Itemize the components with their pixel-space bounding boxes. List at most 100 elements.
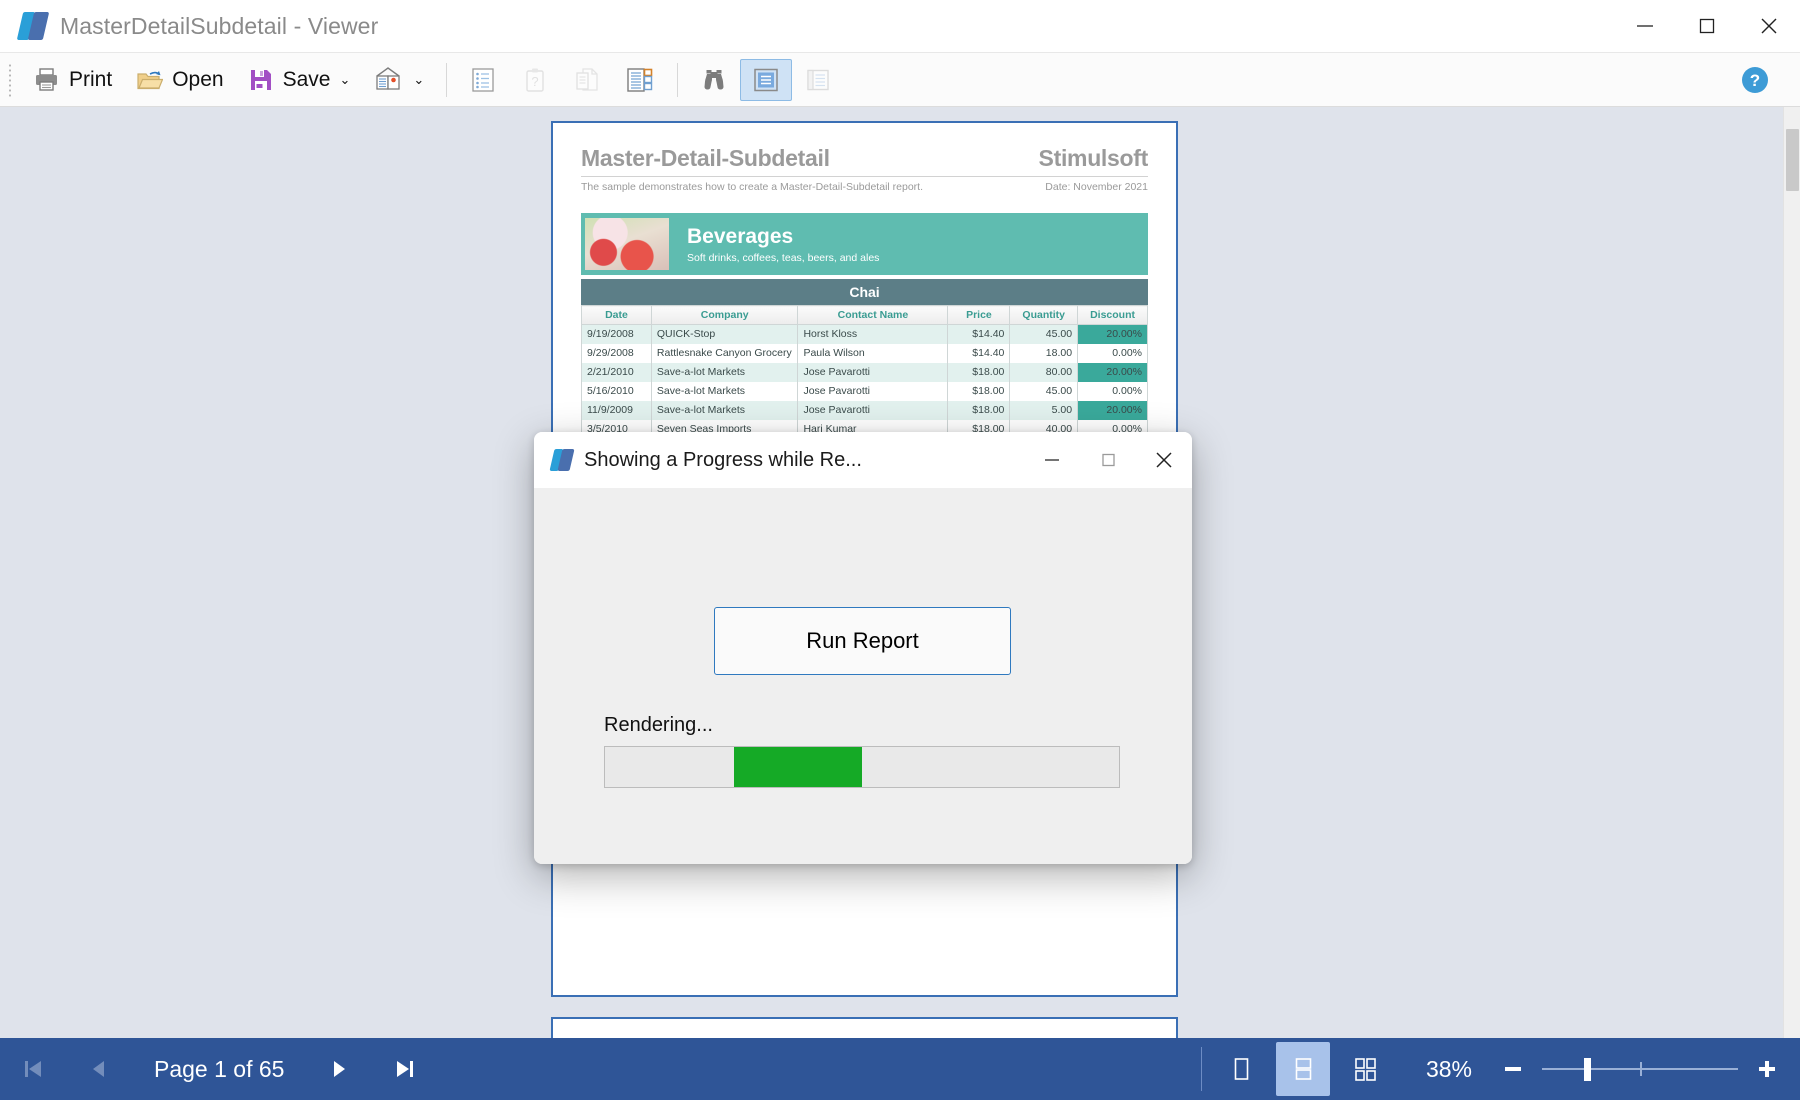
previous-page-button[interactable] xyxy=(66,1038,132,1100)
table-cell: Jose Pavarotti xyxy=(797,381,949,401)
table-cell: 20.00% xyxy=(1077,400,1148,420)
chevron-down-icon[interactable]: ⌄ xyxy=(413,73,424,86)
table-row: 11/9/2009 Save-a-lot Markets Jose Pavarott… xyxy=(581,400,1148,420)
dialog-body: Run Report Rendering... xyxy=(534,488,1192,864)
column-header-date: Date xyxy=(581,305,652,325)
table-cell: Save-a-lot Markets xyxy=(650,381,799,401)
zoom-in-icon[interactable] xyxy=(1752,1057,1782,1081)
report-date: Date: November 2021 xyxy=(1045,181,1148,193)
stimulsoft-logo-icon xyxy=(16,11,50,41)
maximize-icon[interactable] xyxy=(1676,0,1738,53)
dialog-title: Showing a Progress while Re... xyxy=(584,448,862,471)
zoom-level: 38% xyxy=(1425,1055,1472,1082)
maximize-icon[interactable] xyxy=(1080,432,1136,488)
parameters-clipboard-icon: ? xyxy=(521,66,549,94)
report-subheader: The sample demonstrates how to create a … xyxy=(581,181,1148,193)
first-page-button[interactable] xyxy=(0,1038,66,1100)
bookmarks-list-icon xyxy=(469,66,497,94)
report-brand: Stimulsoft xyxy=(1038,145,1149,171)
window-controls xyxy=(1614,0,1800,53)
single-page-view-button[interactable] xyxy=(1214,1042,1268,1096)
save-button[interactable]: Save ⌄ xyxy=(236,59,363,101)
save-label: Save xyxy=(282,67,331,91)
table-cell: $18.00 xyxy=(947,362,1011,382)
table-cell: 11/9/2009 xyxy=(581,400,652,420)
vertical-scrollbar[interactable] xyxy=(1783,107,1800,1038)
table-header-row: Date Company Contact Name Price Quantity Disc… xyxy=(581,305,1148,325)
send-email-button[interactable]: ⌄ xyxy=(362,59,436,101)
printer-icon xyxy=(33,66,60,93)
table-cell: QUICK-Stop xyxy=(650,324,799,344)
minimize-icon[interactable] xyxy=(1614,0,1676,53)
table-cell: Save-a-lot Markets xyxy=(650,400,799,420)
open-folder-icon xyxy=(136,66,164,93)
toolbar: Print Open Save ⌄ ⌄ ? ? xyxy=(0,53,1800,107)
report-page-2 xyxy=(551,1017,1178,1038)
report-title: Master-Detail-Subdetail xyxy=(581,145,830,171)
page-thumbnails-icon xyxy=(625,66,655,94)
column-header-company: Company xyxy=(650,305,799,325)
find-button[interactable] xyxy=(688,59,740,101)
report-header: Master-Detail-Subdetail Stimulsoft xyxy=(581,145,1148,172)
progress-bar-fill xyxy=(733,747,862,787)
continuous-page-view-button[interactable] xyxy=(1275,1042,1330,1096)
help-button[interactable]: ? xyxy=(1728,59,1782,101)
page-indicator: Page 1 of 65 xyxy=(154,1055,285,1082)
floppy-disk-icon xyxy=(248,67,274,93)
table-cell: 5/16/2010 xyxy=(581,381,652,401)
table-row: 9/29/2008 Rattlesnake Canyon Grocery Paula… xyxy=(581,343,1148,363)
column-header-discount: Discount xyxy=(1077,305,1148,325)
parameters-button[interactable]: ? xyxy=(509,59,561,101)
table-cell: 5.00 xyxy=(1009,400,1079,420)
zoom-slider[interactable] xyxy=(1542,1054,1738,1084)
multiple-page-view-button[interactable] xyxy=(1338,1042,1392,1096)
progress-bar xyxy=(604,746,1120,788)
page-view-mode-button[interactable] xyxy=(792,59,844,101)
stimulsoft-logo-icon xyxy=(549,448,575,472)
scrollbar-thumb[interactable] xyxy=(1786,129,1799,191)
table-cell: 0.00% xyxy=(1077,381,1148,401)
table-cell: Save-a-lot Markets xyxy=(650,362,799,382)
page-copy-button[interactable] xyxy=(561,59,613,101)
print-button[interactable]: Print xyxy=(21,59,124,101)
dialog-window-controls xyxy=(1024,432,1192,488)
run-report-button[interactable]: Run Report xyxy=(714,607,1011,675)
zoom-out-icon[interactable] xyxy=(1498,1057,1528,1081)
last-page-button[interactable] xyxy=(372,1038,438,1100)
category-name: Beverages xyxy=(687,224,794,248)
send-email-icon xyxy=(374,66,404,94)
category-description: Soft drinks, coffees, teas, beers, and a… xyxy=(687,251,880,264)
table-cell: 20.00% xyxy=(1077,362,1148,382)
status-bar: Page 1 of 65 38% xyxy=(0,1038,1800,1100)
table-cell: 80.00 xyxy=(1009,362,1079,382)
close-icon[interactable] xyxy=(1136,432,1192,488)
page-copy-icon xyxy=(573,66,601,94)
table-cell: Jose Pavarotti xyxy=(797,362,949,382)
table-cell: Paula Wilson xyxy=(797,343,949,363)
slider-knob[interactable] xyxy=(1584,1058,1591,1081)
table-row: 9/19/2008 QUICK-Stop Horst Kloss $14.40 45.0… xyxy=(581,324,1148,344)
full-screen-button[interactable] xyxy=(740,58,793,101)
table-cell: 9/19/2008 xyxy=(581,324,652,344)
column-header-price: Price xyxy=(947,305,1011,325)
table-cell: $14.40 xyxy=(947,343,1011,363)
print-label: Print xyxy=(69,67,113,91)
title-bar: MasterDetailSubdetail - Viewer xyxy=(0,0,1800,53)
toolbar-divider xyxy=(677,62,679,97)
window-title: MasterDetailSubdetail - Viewer xyxy=(60,12,379,39)
toolbar-grip[interactable] xyxy=(8,62,13,97)
bookmarks-button[interactable] xyxy=(457,59,509,101)
chevron-down-icon[interactable]: ⌄ xyxy=(339,73,350,86)
table-cell: 45.00 xyxy=(1009,381,1079,401)
header-rule xyxy=(581,176,1148,177)
dialog-title-bar: Showing a Progress while Re... xyxy=(534,432,1192,488)
binoculars-find-icon xyxy=(700,67,728,93)
table-cell: 9/29/2008 xyxy=(581,343,652,363)
full-screen-icon xyxy=(752,67,780,93)
minimize-icon[interactable] xyxy=(1024,432,1080,488)
next-page-button[interactable] xyxy=(306,1038,372,1100)
open-button[interactable]: Open xyxy=(124,59,235,101)
close-icon[interactable] xyxy=(1738,0,1800,53)
document-work-area: Master-Detail-Subdetail Stimulsoft The s… xyxy=(0,107,1800,1038)
thumbnails-button[interactable] xyxy=(613,59,667,101)
